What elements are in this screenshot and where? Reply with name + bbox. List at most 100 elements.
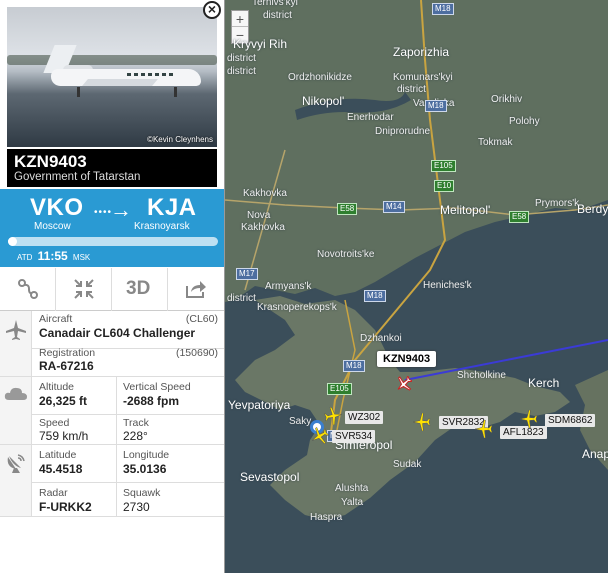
place-label: Yevpatoriya: [228, 398, 291, 412]
place-label: Melitopol': [440, 203, 491, 217]
latitude-value: 45.4518: [39, 462, 83, 476]
share-button[interactable]: [168, 268, 224, 311]
place-label: district: [227, 66, 256, 77]
aircraft-section: Aircraft (CL60) Canadair CL604 Challenge…: [0, 311, 224, 377]
track-label: Track: [123, 417, 149, 429]
aircraft-value: Canadair CL604 Challenger: [39, 326, 196, 340]
squawk-label: Squawk: [123, 487, 161, 499]
place-label: Orikhiv: [491, 94, 523, 105]
vertical-speed-label: Vertical Speed: [123, 381, 191, 393]
place-label: Polohy: [509, 116, 540, 127]
divider: [116, 415, 117, 445]
radar-value: F-URKK2: [39, 500, 92, 514]
aircraft-photo[interactable]: ©Kevin Cleynhens: [7, 7, 217, 147]
flight-map[interactable]: + − Ternivs'kyi district Kryvyi Rih dist…: [225, 0, 608, 573]
place-label: Novotroits'ke: [317, 249, 375, 260]
road-badge: M18: [343, 360, 365, 372]
flight-progress-fill: [8, 237, 17, 246]
flight-callsign: KZN9403: [14, 152, 87, 171]
latitude-label: Latitude: [39, 449, 77, 461]
place-label: Prymors'k: [535, 198, 580, 209]
altitude-label: Altitude: [39, 381, 75, 393]
road-badge: E10: [434, 180, 455, 192]
place-label: Nikopol': [302, 94, 345, 108]
selected-aircraft-icon[interactable]: [396, 376, 412, 392]
position-icon-cell: [0, 445, 32, 516]
route-arrow-icon: →: [110, 197, 132, 222]
place-label: Dzhankoi: [360, 333, 402, 344]
place-label: district: [227, 293, 256, 304]
place-label: Kryvyi Rih: [233, 37, 288, 51]
registration-label: Registration: [39, 347, 96, 359]
aircraft-callsign-label[interactable]: WZ302: [345, 411, 384, 424]
view-3d-label: 3D: [126, 278, 151, 299]
road-badge: M18: [432, 3, 454, 15]
place-label: Tokmak: [478, 137, 513, 148]
destination-city: Krasnoyarsk: [134, 221, 190, 232]
view-3d-button[interactable]: 3D: [112, 268, 168, 311]
atd-label: ATD: [17, 253, 33, 262]
aircraft-icon[interactable]: [311, 427, 329, 445]
place-label: Kerch: [528, 376, 560, 390]
place-label: Ordzhonikidze: [288, 72, 352, 83]
place-label: Alushta: [335, 483, 369, 494]
place-label: Kakhovka: [241, 222, 285, 233]
place-label: district: [263, 10, 292, 21]
place-label: Komunars'kyi: [393, 72, 453, 83]
aircraft-icon[interactable]: [475, 420, 493, 438]
aircraft-icao-code: (CL60): [185, 313, 218, 325]
longitude-label: Longitude: [123, 449, 170, 461]
cloud-icon: [4, 387, 27, 400]
place-label: Sevastopol: [240, 470, 300, 484]
place-label: Armyans'k: [265, 281, 312, 292]
radar-row: Radar F-URKK2 Squawk 2730: [32, 483, 224, 517]
route-button[interactable]: [0, 268, 56, 311]
aircraft-icon[interactable]: [324, 407, 342, 425]
place-label: Nova: [247, 210, 271, 221]
flight-data-icon-cell: [0, 377, 32, 444]
callsign-box: KZN9403 Government of Tatarstan: [7, 149, 217, 187]
close-panel-button[interactable]: ×: [203, 1, 221, 19]
origin-airport-code[interactable]: VKO: [30, 194, 84, 222]
aircraft-gear: [77, 87, 177, 97]
place-label: Krasnoperekops'k: [257, 302, 337, 313]
photo-credit: ©Kevin Cleynhens: [147, 135, 213, 144]
follow-button[interactable]: [56, 268, 112, 311]
road-badge: E58: [509, 211, 530, 223]
aircraft-windows: [127, 73, 175, 76]
place-label: Ternivs'kyi: [252, 0, 298, 8]
place-label: Anap: [582, 447, 608, 461]
share-icon: [186, 281, 206, 298]
aircraft-icon[interactable]: [413, 413, 431, 431]
flight-operator: Government of Tatarstan: [14, 171, 141, 183]
aircraft-type-cell: Aircraft (CL60) Canadair CL604 Challenge…: [32, 311, 224, 349]
zoom-in-button[interactable]: +: [232, 11, 248, 27]
aircraft-wing: [82, 79, 158, 86]
vertical-speed-value: -2688 fpm: [123, 394, 180, 408]
airplane-icon: [6, 320, 26, 340]
speed-row: Speed 759 km/h Track 228°: [32, 415, 224, 445]
destination-airport-code[interactable]: KJA: [147, 194, 197, 222]
speed-value: 759 km/h: [39, 429, 89, 443]
place-label: Sudak: [393, 459, 422, 470]
registration-cell: Registration (150690) RA-67216: [32, 347, 224, 377]
position-section: Latitude 45.4518 Longitude 35.0136 Radar…: [0, 445, 224, 517]
center-icon: [74, 279, 94, 299]
divider: [116, 483, 117, 517]
aircraft-callsign-label[interactable]: SVR534: [332, 430, 376, 443]
place-label: district: [397, 84, 426, 95]
registration-code: (150690): [175, 347, 218, 359]
longitude-value: 35.0136: [123, 462, 167, 476]
road-badge: M18: [364, 290, 386, 302]
aircraft-label: Aircraft: [39, 313, 73, 325]
aircraft-icon[interactable]: [520, 410, 538, 428]
place-label: Haspra: [310, 512, 343, 523]
selected-aircraft-label[interactable]: KZN9403: [377, 351, 437, 367]
place-label: Berdy: [577, 202, 608, 216]
divider: [116, 445, 117, 482]
aircraft-callsign-label[interactable]: SDM6862: [545, 414, 596, 427]
road-badge: M14: [383, 201, 405, 213]
road-badge: E105: [431, 160, 456, 172]
altitude-row: Altitude 26,325 ft Vertical Speed -2688 …: [32, 377, 224, 415]
altitude-value: 26,325 ft: [39, 394, 88, 408]
